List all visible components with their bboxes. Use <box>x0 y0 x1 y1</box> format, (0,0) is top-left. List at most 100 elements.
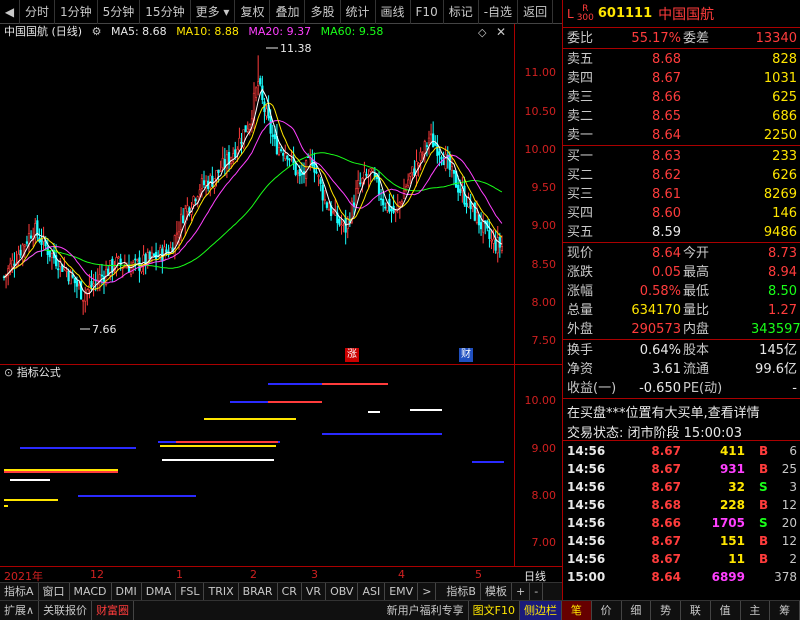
r-sub: 300 <box>576 12 594 23</box>
toolbar-multi-stock[interactable]: 多股 <box>305 0 341 24</box>
badge-zhang[interactable]: 涨 <box>345 348 359 362</box>
toolbar-stats[interactable]: 统计 <box>341 0 376 24</box>
toolbar-draw-line[interactable]: 画线 <box>376 0 411 24</box>
diamond-icon[interactable]: ◇ <box>478 26 486 39</box>
toolbar-1min[interactable]: 1分钟 <box>55 0 98 24</box>
candlestick-chart[interactable]: 11.38 7.66 <box>0 40 514 340</box>
wealth-circle-button[interactable]: 财富圈 <box>92 601 135 620</box>
bid-row[interactable]: 买二 8.62 626 <box>563 166 800 185</box>
bid-row[interactable]: 买四 8.60 146 <box>563 204 800 223</box>
ask-row[interactable]: 卖三 8.66 625 <box>563 88 800 107</box>
trade-price: 8.68 <box>651 498 681 512</box>
candle-body <box>284 152 287 160</box>
tab-main[interactable]: 主 <box>741 601 771 620</box>
candle-body <box>200 178 204 189</box>
tab-brar[interactable]: BRAR <box>239 583 278 600</box>
price-tick: 11.00 <box>524 66 557 79</box>
new-user-benefit-link[interactable]: 新用户福利专享 <box>383 601 469 620</box>
toolbar-back[interactable]: 返回 <box>518 0 554 24</box>
tab-emv[interactable]: EMV <box>385 583 419 600</box>
candle-body <box>325 202 329 208</box>
badge-cai[interactable]: 财 <box>459 348 473 362</box>
tab-ticks[interactable]: 笔 <box>562 601 592 620</box>
candle-body <box>477 214 481 226</box>
tab-dmi[interactable]: DMI <box>112 583 142 600</box>
tab-fsl[interactable]: FSL <box>176 583 205 600</box>
candle-body <box>271 134 274 137</box>
ask-volume: 686 <box>772 109 797 124</box>
candle-body <box>236 148 239 154</box>
candle-body <box>29 235 33 239</box>
tab-obv[interactable]: OBV <box>326 583 359 600</box>
toolbar-more[interactable]: 更多 ▾ <box>191 0 236 24</box>
tab-template[interactable]: 模板 <box>481 583 512 600</box>
tab-window[interactable]: 窗口 <box>39 583 70 600</box>
toolbar-remove-watchlist[interactable]: -自选 <box>479 0 519 24</box>
weibi-row: 委比 55.17% 委差 13340 <box>563 29 800 48</box>
close-icon[interactable]: ✕ <box>496 25 506 39</box>
menu-left-icon[interactable]: ◀ <box>0 0 20 24</box>
trade-time: 14:56 <box>567 462 606 476</box>
candle-body <box>244 125 247 133</box>
tab-price[interactable]: 价 <box>592 601 622 620</box>
tab-macd[interactable]: MACD <box>70 583 112 600</box>
ask-row[interactable]: 卖五 8.68 828 <box>563 50 800 69</box>
tab-dma[interactable]: DMA <box>142 583 177 600</box>
top-toolbar: ◀ 分时 1分钟 5分钟 15分钟 更多 ▾ 复权 叠加 多股 统计 画线 F1… <box>0 0 562 24</box>
tab-chips[interactable]: 筹 <box>770 601 800 620</box>
candle-body <box>192 196 195 205</box>
tab-vr[interactable]: VR <box>302 583 327 600</box>
tab-cr[interactable]: CR <box>278 583 302 600</box>
toolbar-overlay[interactable]: 叠加 <box>270 0 306 24</box>
candle-body <box>23 244 26 247</box>
tab-plus[interactable]: + <box>512 583 531 600</box>
tab-trend[interactable]: 势 <box>651 601 681 620</box>
candle-body <box>459 188 462 193</box>
tab-value[interactable]: 值 <box>711 601 741 620</box>
chevron-down-icon[interactable]: ⊙ <box>4 366 13 379</box>
tab-indicator-a[interactable]: 指标A <box>0 583 39 600</box>
toolbar-f10[interactable]: F10 <box>411 0 444 24</box>
tab-indicator-b[interactable]: 指标B <box>442 583 481 600</box>
big-order-message[interactable]: 在买盘***位置有大买单,查看详情 <box>567 402 760 421</box>
toolbar-timeshare[interactable]: 分时 <box>20 0 56 24</box>
date-tick: 2 <box>250 568 257 581</box>
toolbar-5min[interactable]: 5分钟 <box>98 0 141 24</box>
ask-row[interactable]: 卖一 8.64 2250 <box>563 126 800 145</box>
ask-row[interactable]: 卖二 8.65 686 <box>563 107 800 126</box>
toolbar-15min[interactable]: 15分钟 <box>140 0 191 24</box>
sidebar-button[interactable]: 侧边栏 <box>520 601 562 620</box>
candles-group <box>2 55 504 315</box>
candle-body <box>221 158 224 169</box>
chart-legend: 中国国航 (日线) ⚙ MA5: 8.68 MA10: 8.88 MA20: 9… <box>4 24 389 40</box>
trade-side: B <box>759 462 769 476</box>
indicator-title[interactable]: 指标公式 <box>17 366 61 379</box>
tab-asi[interactable]: ASI <box>358 583 386 600</box>
date-tick: 3 <box>311 568 318 581</box>
tab-detail[interactable]: 细 <box>622 601 652 620</box>
ask-row[interactable]: 卖四 8.67 1031 <box>563 69 800 88</box>
candle-body <box>65 270 68 272</box>
related-quotes-button[interactable]: 关联报价 <box>39 601 93 620</box>
tab-link[interactable]: 联 <box>681 601 711 620</box>
bid-row[interactable]: 买三 8.61 8269 <box>563 185 800 204</box>
toolbar-mark[interactable]: 标记 <box>444 0 479 24</box>
quote-panel: L R 300 601111 中国国航 委比 55.17% 委差 13340 卖五… <box>562 0 800 600</box>
stat-row: 外盘 290573 内盘 343597 <box>563 320 800 339</box>
tab-trix[interactable]: TRIX <box>204 583 239 600</box>
trade-status: 交易状态: 闭市阶段 15:00:03 <box>567 422 742 441</box>
tab-next[interactable]: > <box>418 583 437 600</box>
indicator-chart[interactable] <box>0 382 514 566</box>
ask-volume: 2250 <box>763 128 797 143</box>
tab-minus[interactable]: - <box>530 583 544 600</box>
f10-button[interactable]: 图文F10 <box>469 601 520 620</box>
stat-value: 3.61 <box>652 362 681 377</box>
toolbar-restore-rights[interactable]: 复权 <box>235 0 271 24</box>
expand-button[interactable]: 扩展∧ <box>0 601 40 620</box>
bid-row[interactable]: 买一 8.63 233 <box>563 147 800 166</box>
candle-body <box>11 259 14 268</box>
settings-icon[interactable]: ⚙ <box>92 25 102 38</box>
bid-row[interactable]: 买五 8.59 9486 <box>563 223 800 242</box>
candle-body <box>465 203 468 207</box>
candle-body <box>363 171 366 180</box>
